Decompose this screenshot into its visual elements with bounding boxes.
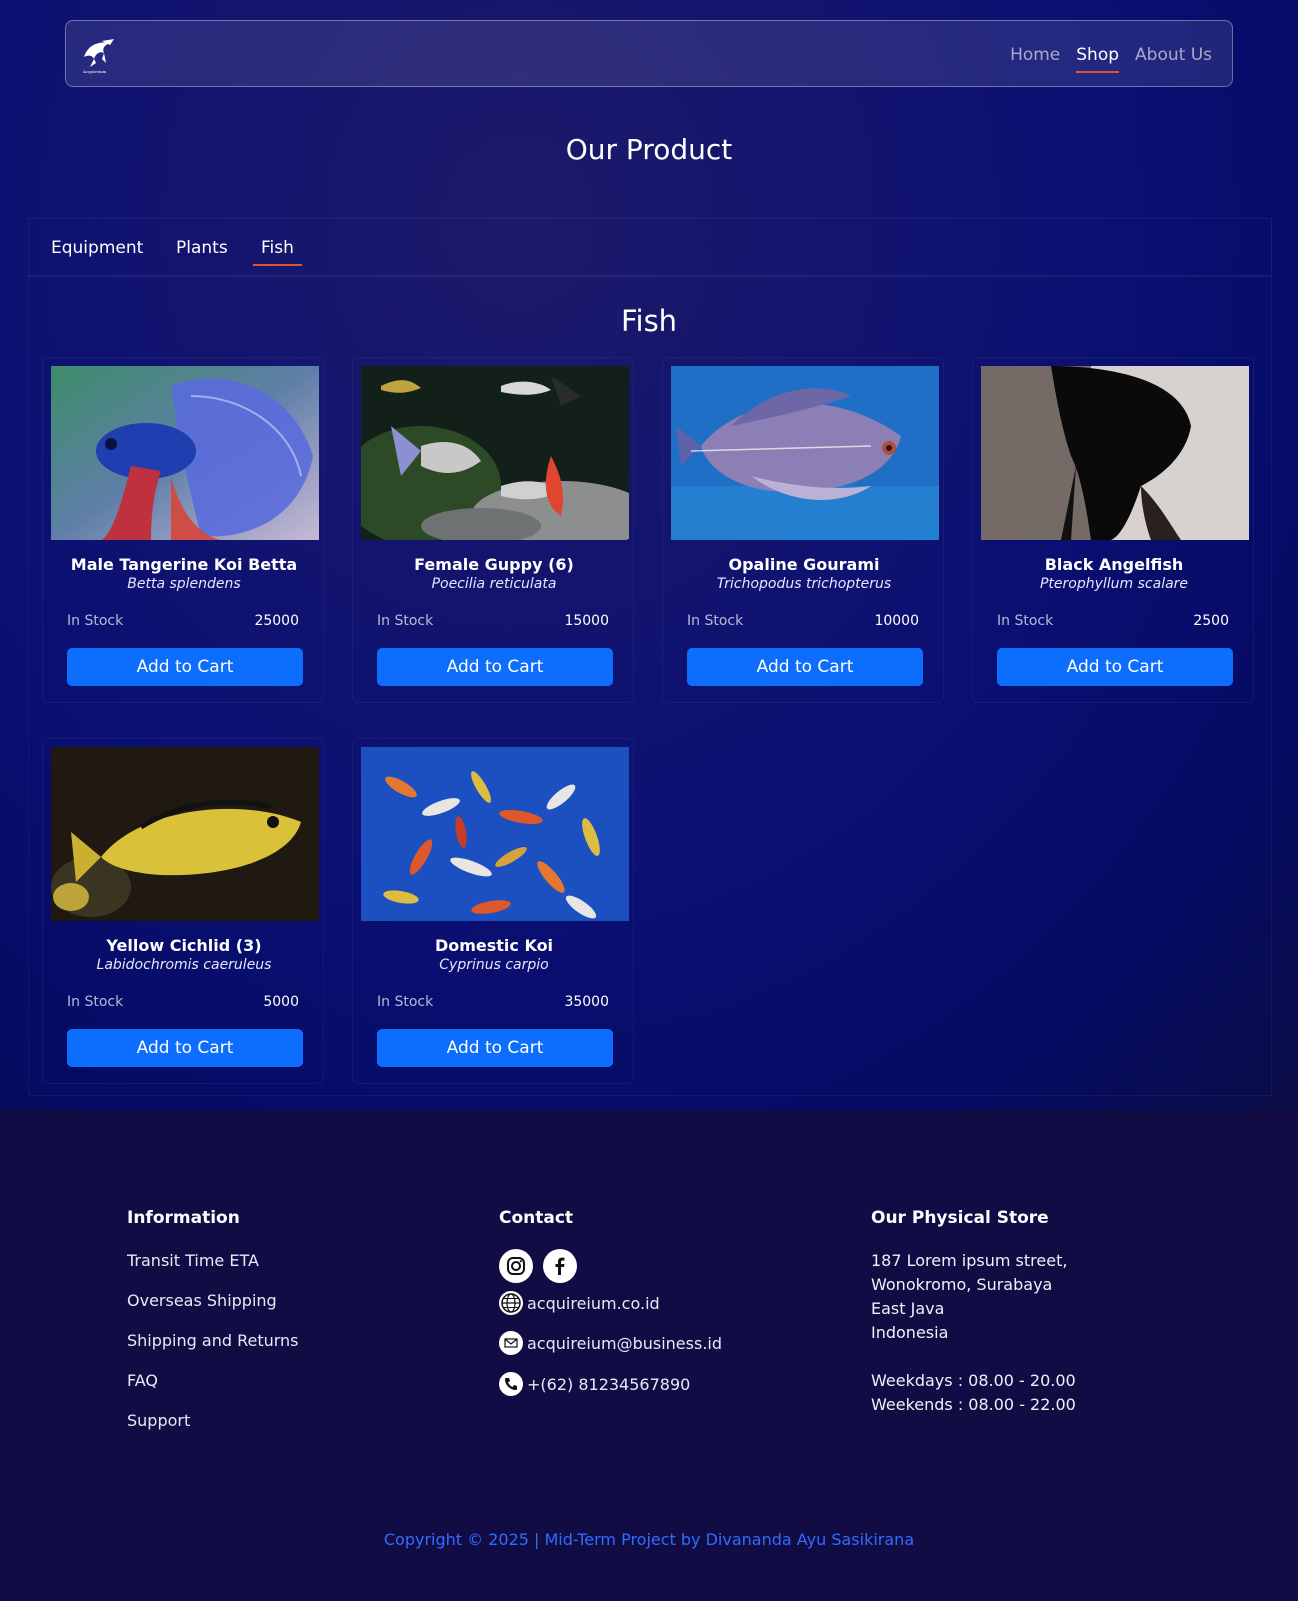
product-scientific-name: Cyprinus carpio: [439, 957, 549, 973]
stock-status: In Stock: [377, 613, 434, 629]
nav-about-link[interactable]: About Us: [1135, 41, 1212, 69]
koi-fish-image: [361, 747, 629, 921]
product-price: 15000: [564, 613, 609, 629]
footer-link[interactable]: Support: [127, 1411, 190, 1430]
product-price: 35000: [564, 994, 609, 1010]
copyright: Copyright © 2025 | Mid-Term Project by D…: [383, 1530, 915, 1549]
phone-row[interactable]: +(62) 81234567890: [499, 1372, 690, 1396]
product-name: Yellow Cichlid (3): [106, 936, 262, 955]
tab-equipment[interactable]: Equipment: [51, 238, 143, 258]
phone-icon: [499, 1372, 523, 1396]
product-card: Female Guppy (6) Poecilia reticulata In …: [352, 357, 634, 703]
website-row[interactable]: acquireium.co.id: [499, 1291, 660, 1315]
product-scientific-name: Betta splendens: [127, 576, 241, 592]
email-link[interactable]: acquireium@business.id: [527, 1334, 722, 1353]
product-card: Domestic Koi Cyprinus carpio In Stock 35…: [352, 738, 634, 1084]
website-link[interactable]: acquireium.co.id: [527, 1294, 660, 1313]
product-name: Male Tangerine Koi Betta: [70, 555, 298, 574]
nav-shop-link[interactable]: Shop: [1076, 41, 1119, 73]
add-to-cart-button[interactable]: Add to Cart: [67, 1029, 303, 1067]
product-name: Domestic Koi: [434, 936, 554, 955]
store-address-line: Indonesia: [871, 1323, 949, 1342]
section-title: Fish: [620, 304, 678, 338]
store-address-line: 187 Lorem ipsum street,: [871, 1251, 1068, 1270]
add-to-cart-button[interactable]: Add to Cart: [377, 1029, 613, 1067]
stock-status: In Stock: [687, 613, 744, 629]
product-name: Opaline Gourami: [728, 555, 880, 574]
store-hours-line: Weekends : 08.00 - 22.00: [871, 1395, 1076, 1414]
category-tabs: Equipment Plants Fish: [28, 218, 1272, 276]
footer-link[interactable]: FAQ: [127, 1371, 158, 1390]
product-card: Opaline Gourami Trichopodus trichopterus…: [662, 357, 944, 703]
product-scientific-name: Trichopodus trichopterus: [716, 576, 892, 592]
page-title: Our Product: [565, 133, 733, 166]
product-price: 2500: [1193, 613, 1229, 629]
product-card: Yellow Cichlid (3) Labidochromis caerule…: [42, 738, 324, 1084]
navbar: Acquireium Home Shop About Us: [65, 20, 1233, 87]
nav-links: Home Shop About Us: [1010, 21, 1212, 88]
product-scientific-name: Pterophyllum scalare: [1039, 576, 1189, 592]
product-price: 5000: [263, 994, 299, 1010]
product-price: 25000: [254, 613, 299, 629]
add-to-cart-button[interactable]: Add to Cart: [687, 648, 923, 686]
store-title: Our Physical Store: [871, 1208, 1049, 1228]
angelfish-image: [981, 366, 1249, 540]
yellow-cichlid-image: [51, 747, 319, 921]
product-card: Black Angelfish Pterophyllum scalare In …: [972, 357, 1254, 703]
gourami-fish-image: [671, 366, 939, 540]
tab-plants[interactable]: Plants: [176, 238, 228, 258]
product-scientific-name: Labidochromis caeruleus: [96, 957, 272, 973]
store-address-line: Wonokromo, Surabaya: [871, 1275, 1053, 1294]
facebook-icon[interactable]: [543, 1249, 577, 1283]
product-card: Male Tangerine Koi Betta Betta splendens…: [42, 357, 324, 703]
footer-link[interactable]: Transit Time ETA: [127, 1251, 259, 1270]
product-price: 10000: [874, 613, 919, 629]
product-name: Black Angelfish: [1044, 555, 1184, 574]
stock-status: In Stock: [67, 994, 124, 1010]
footer-link[interactable]: Shipping and Returns: [127, 1331, 299, 1350]
footer: [0, 1110, 1298, 1601]
store-address-line: East Java: [871, 1299, 945, 1318]
store-hours-line: Weekdays : 08.00 - 20.00: [871, 1371, 1076, 1390]
add-to-cart-button[interactable]: Add to Cart: [67, 648, 303, 686]
fish-logo-icon: Acquireium: [82, 39, 114, 74]
stock-status: In Stock: [67, 613, 124, 629]
add-to-cart-button[interactable]: Add to Cart: [997, 648, 1233, 686]
guppy-fish-image: [361, 366, 629, 540]
mail-icon: [499, 1331, 523, 1355]
product-name: Female Guppy (6): [414, 555, 574, 574]
add-to-cart-button[interactable]: Add to Cart: [377, 648, 613, 686]
svg-text:Acquireium: Acquireium: [82, 69, 107, 74]
contact-title: Contact: [499, 1208, 574, 1228]
stock-status: In Stock: [997, 613, 1054, 629]
instagram-icon[interactable]: [499, 1249, 533, 1283]
email-row[interactable]: acquireium@business.id: [499, 1331, 722, 1355]
nav-home-link[interactable]: Home: [1010, 41, 1060, 69]
globe-icon: [499, 1291, 523, 1315]
information-title: Information: [127, 1208, 240, 1228]
betta-fish-image: [51, 366, 319, 540]
stock-status: In Stock: [377, 994, 434, 1010]
tab-fish[interactable]: Fish: [253, 238, 302, 266]
phone-number[interactable]: +(62) 81234567890: [527, 1375, 690, 1394]
logo[interactable]: Acquireium: [80, 35, 120, 75]
footer-link[interactable]: Overseas Shipping: [127, 1291, 277, 1310]
product-scientific-name: Poecilia reticulata: [431, 576, 557, 592]
